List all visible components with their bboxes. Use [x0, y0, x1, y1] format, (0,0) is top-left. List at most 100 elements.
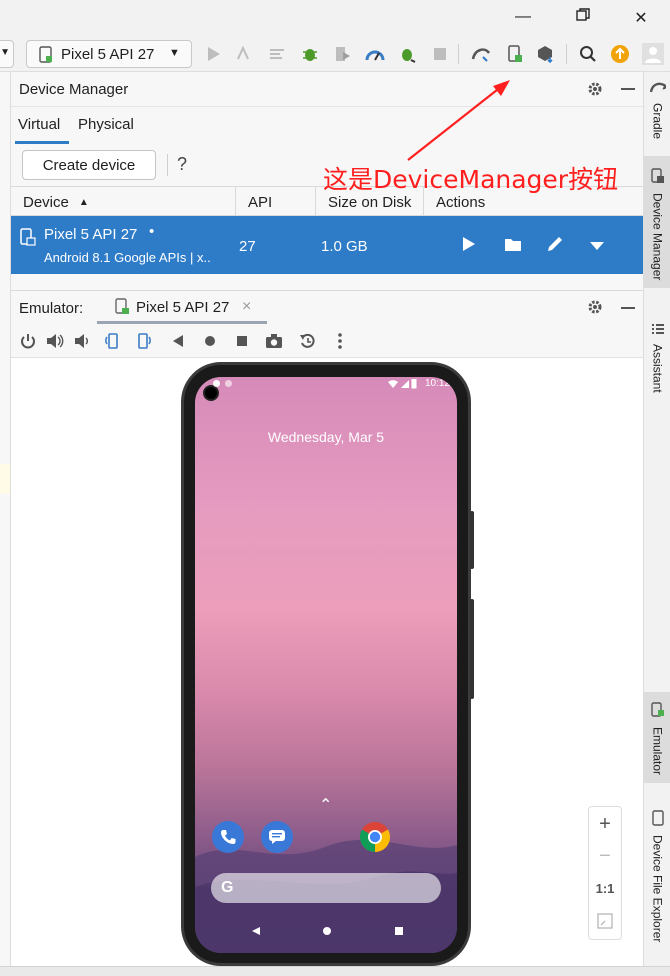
volume-up-icon[interactable]: [46, 332, 64, 350]
main-toolbar: ▼ Pixel 5 API 27 ▼: [0, 36, 670, 72]
emulator-tab-icon: [650, 702, 665, 723]
emulator-tab-title: Pixel 5 API 27: [136, 299, 230, 316]
device-size: 1.0 GB: [321, 238, 368, 255]
swipe-up-arrow-icon: ⌃: [319, 797, 333, 814]
profiler-icon[interactable]: [365, 44, 385, 64]
table-row[interactable]: Pixel 5 API 27 • Android 8.1 Google APIs…: [11, 216, 643, 274]
apply-changes-icon[interactable]: [233, 44, 253, 64]
tab-pixel5[interactable]: Pixel 5 API 27 ×: [97, 291, 267, 324]
notification-dot-icon: [225, 380, 232, 387]
gear-icon[interactable]: [587, 81, 603, 102]
tab-physical[interactable]: Physical: [78, 116, 134, 133]
chevron-down-icon: ▼: [169, 47, 180, 59]
config-combo[interactable]: ▼: [0, 40, 14, 68]
emulator-toolbar: [11, 324, 643, 358]
profile-icon[interactable]: [332, 44, 352, 64]
battery-icon: [411, 378, 417, 392]
volume-down-icon[interactable]: [73, 332, 91, 350]
more-options-icon[interactable]: [331, 332, 349, 350]
device-manager-icon[interactable]: [505, 44, 525, 64]
zoom-controls: + − 1:1: [588, 806, 622, 940]
folder-icon[interactable]: [504, 237, 524, 257]
help-icon[interactable]: ?: [177, 154, 187, 175]
avatar-icon[interactable]: [642, 43, 664, 65]
create-device-button[interactable]: Create device: [22, 150, 156, 180]
debug-icon[interactable]: [300, 44, 320, 64]
zoom-1-to-1-button[interactable]: 1:1: [589, 881, 621, 896]
device-selector[interactable]: Pixel 5 API 27 ▼: [26, 40, 192, 68]
device-tabs: Virtual Physical: [11, 106, 643, 144]
phone-frame: 10:12 Wednesday, Mar 5 ⌃ G: [181, 362, 474, 966]
power-icon[interactable]: [19, 332, 37, 350]
chrome-app-icon[interactable]: [359, 821, 391, 853]
apply-code-changes-icon[interactable]: [268, 44, 288, 64]
more-actions-icon[interactable]: [589, 238, 605, 256]
camera-icon[interactable]: [265, 332, 283, 350]
notification-dot-icon: [213, 380, 220, 387]
device-manager-tab-icon: [650, 168, 665, 189]
fit-screen-icon[interactable]: [597, 913, 613, 934]
home-icon[interactable]: [201, 332, 219, 350]
annotation-text: 这是DeviceManager按钮: [323, 165, 619, 194]
active-tab-underline: [15, 141, 69, 144]
edit-icon[interactable]: [546, 235, 564, 258]
volume-rocker: [470, 599, 474, 699]
launch-icon[interactable]: [462, 236, 476, 257]
sidebar-item-label: Emulator: [650, 727, 665, 776]
gear-icon[interactable]: [587, 299, 603, 320]
sidebar-item-device-file-explorer[interactable]: Device File Explorer: [644, 810, 670, 942]
google-search-bar[interactable]: G: [211, 873, 441, 903]
sidebar-item-assistant[interactable]: Assistant: [644, 322, 670, 393]
close-window-button[interactable]: ✕: [626, 8, 656, 28]
sdk-manager-icon[interactable]: [471, 44, 491, 64]
zoom-out-button[interactable]: −: [589, 845, 621, 868]
left-panel-edge: [0, 72, 11, 966]
stop-icon[interactable]: [430, 44, 450, 64]
column-api[interactable]: API: [236, 187, 316, 217]
column-device[interactable]: Device ▲: [11, 187, 236, 217]
sort-up-icon: ▲: [78, 196, 89, 208]
nav-home-icon[interactable]: [322, 923, 332, 941]
rotate-left-icon[interactable]: [103, 332, 121, 350]
minimize-button[interactable]: —: [508, 8, 538, 26]
phone-app-icon[interactable]: [212, 821, 244, 853]
sidebar-item-label: Device Manager: [650, 193, 665, 281]
status-bar: 10:12: [195, 377, 457, 401]
sidebar-item-device-manager[interactable]: Device Manager: [644, 156, 670, 289]
minimize-panel-icon[interactable]: [621, 88, 635, 90]
camera-cutout: [203, 385, 219, 401]
search-icon[interactable]: [578, 44, 598, 64]
minimize-panel-icon[interactable]: [621, 307, 635, 309]
rotate-right-icon[interactable]: [135, 332, 153, 350]
right-tool-strip: Gradle Device Manager Assistant Emulator…: [643, 72, 670, 966]
device-api: 27: [239, 238, 256, 255]
emulator-label: Emulator:: [19, 300, 84, 317]
sidebar-item-gradle[interactable]: Gradle: [644, 80, 670, 139]
device-file-icon: [651, 810, 665, 831]
power-button: [470, 511, 474, 569]
sidebar-item-emulator[interactable]: Emulator: [644, 692, 670, 784]
update-icon[interactable]: [610, 44, 630, 64]
running-status-dot: •: [149, 223, 155, 240]
close-tab-icon[interactable]: ×: [242, 298, 251, 316]
tab-virtual[interactable]: Virtual: [18, 116, 60, 133]
resource-icon[interactable]: [536, 44, 556, 64]
restore-button[interactable]: [568, 8, 598, 27]
messages-app-icon[interactable]: [261, 821, 293, 853]
lockscreen-date: Wednesday, Mar 5: [267, 429, 385, 445]
phone-screen[interactable]: 10:12 Wednesday, Mar 5 ⌃ G: [195, 377, 457, 953]
attach-debugger-icon[interactable]: [398, 44, 418, 64]
clock: 10:12: [425, 378, 451, 389]
snapshot-icon[interactable]: [299, 332, 317, 350]
nav-recents-icon[interactable]: [394, 923, 404, 941]
back-icon[interactable]: [169, 332, 187, 350]
status-bar-bottom: [0, 966, 670, 976]
nav-back-icon[interactable]: [251, 923, 261, 941]
sidebar-item-label: Assistant: [650, 344, 665, 393]
run-icon[interactable]: [204, 44, 224, 64]
zoom-in-button[interactable]: +: [589, 813, 621, 836]
device-subtitle: Android 8.1 Google APIs | x..: [44, 250, 211, 265]
sidebar-item-label: Gradle: [650, 103, 665, 140]
device-name: Pixel 5 API 27: [44, 226, 138, 243]
overview-icon[interactable]: [233, 332, 251, 350]
